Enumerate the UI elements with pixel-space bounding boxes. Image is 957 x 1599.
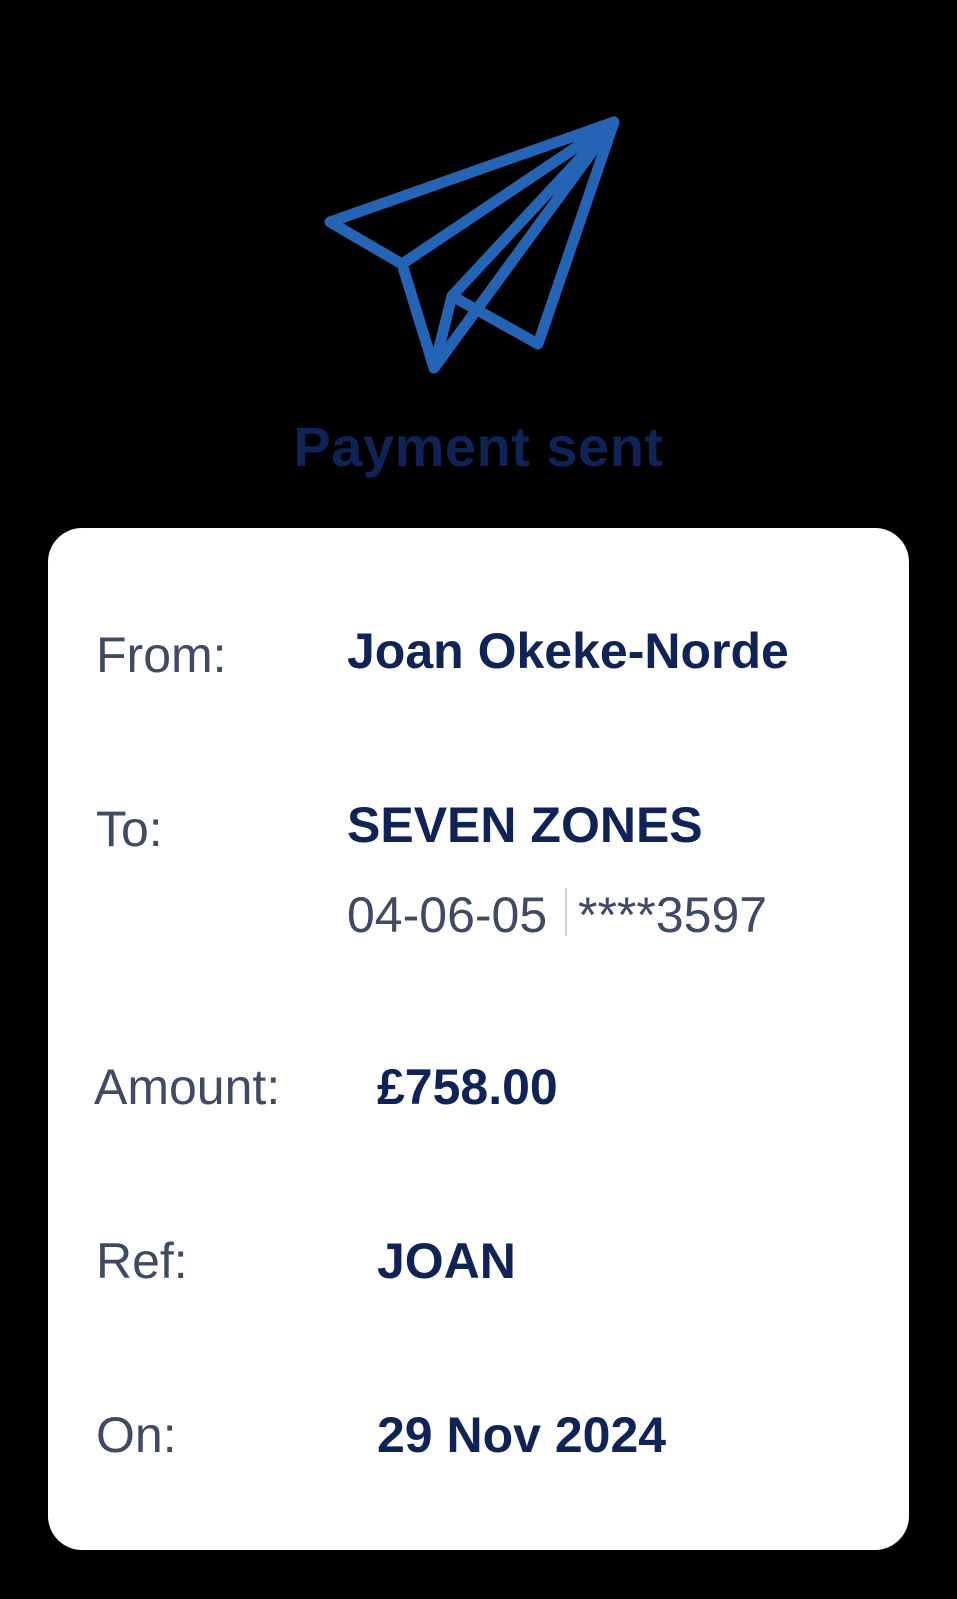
account-separator bbox=[565, 888, 567, 936]
from-label: From: bbox=[96, 627, 227, 683]
payment-details-card: From: Joan Okeke-Norde To: SEVEN ZONES 0… bbox=[48, 528, 909, 1550]
amount-label: Amount: bbox=[94, 1059, 281, 1115]
ref-label: Ref: bbox=[96, 1233, 188, 1289]
ref-value: JOAN bbox=[377, 1233, 516, 1289]
from-value: Joan Okeke-Norde bbox=[347, 623, 789, 679]
to-label: To: bbox=[96, 801, 163, 857]
amount-value: £758.00 bbox=[377, 1059, 558, 1115]
on-label: On: bbox=[96, 1407, 177, 1463]
on-value: 29 Nov 2024 bbox=[377, 1407, 667, 1463]
to-name: SEVEN ZONES bbox=[347, 797, 703, 853]
page-title: Payment sent bbox=[293, 415, 664, 478]
to-account-number: ****3597 bbox=[578, 887, 768, 943]
to-sort-code: 04-06-05 bbox=[347, 887, 548, 943]
paper-plane-icon bbox=[320, 112, 630, 374]
